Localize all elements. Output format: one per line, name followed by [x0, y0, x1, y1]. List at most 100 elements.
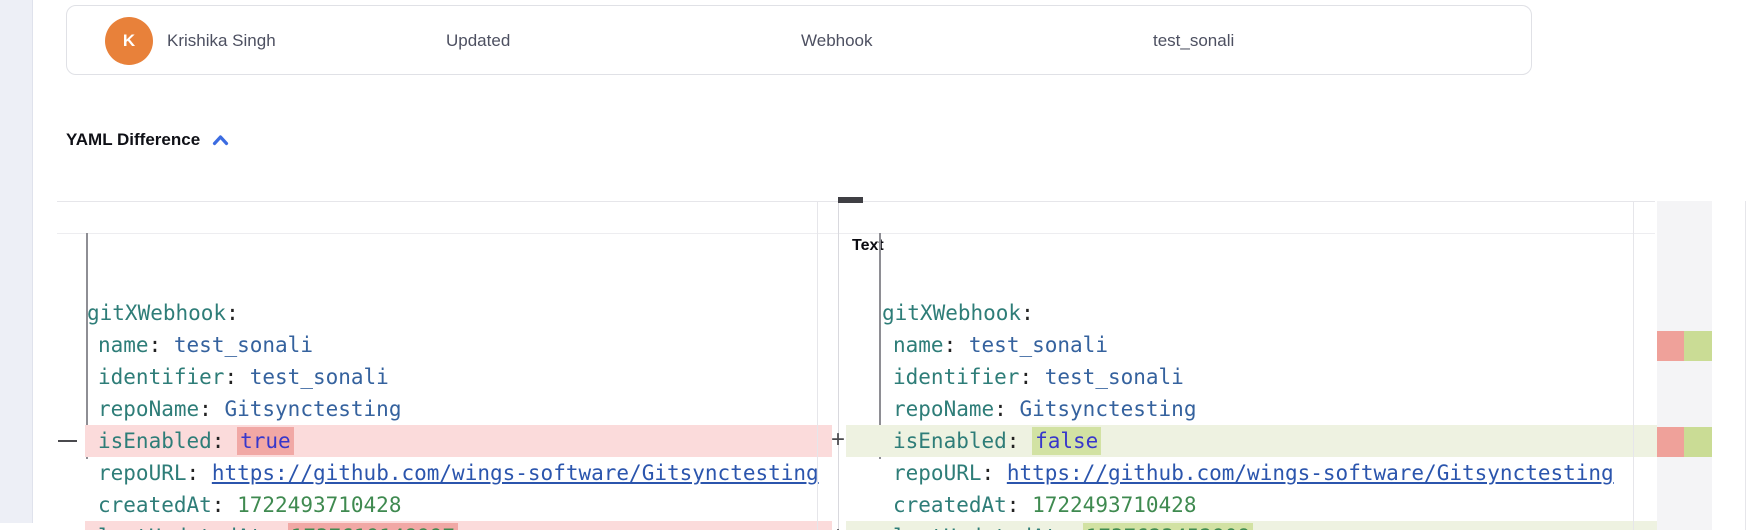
avatar: K	[105, 17, 153, 65]
yaml-value: test_sonali	[969, 333, 1108, 357]
diff-panel-new: gitXWebhook:name: test_sonaliidentifier:…	[846, 201, 1657, 530]
yaml-line-text: repoURL: https://github.com/wings-softwa…	[846, 457, 1614, 489]
yaml-colon: :	[224, 365, 237, 389]
yaml-colon: :	[1007, 493, 1020, 517]
yaml-line-text: identifier: test_sonali	[85, 361, 389, 393]
yaml-line-identifier: identifier: test_sonali	[846, 361, 1657, 393]
yaml-value: true	[237, 427, 294, 455]
yaml-colon: :	[212, 429, 225, 453]
yaml-colon: :	[1021, 301, 1034, 325]
yaml-line-text: createdAt: 1722493710428	[85, 489, 401, 521]
plus-change-marker: +	[830, 521, 846, 530]
diff-overview-ruler[interactable]	[1657, 201, 1712, 530]
yaml-colon: :	[199, 397, 212, 421]
yaml-colon: :	[149, 333, 162, 357]
yaml-key: repoName	[98, 397, 199, 421]
yaml-line-text: lastUpdatedAt: 1737619148997	[85, 521, 458, 530]
yaml-key: name	[893, 333, 944, 357]
yaml-line-name: name: test_sonali	[846, 329, 1657, 361]
yaml-difference-title: YAML Difference	[66, 130, 200, 150]
diff-right-border	[1745, 201, 1746, 530]
yaml-value: 1722493710428	[237, 493, 401, 517]
right-panel-inner-border	[1633, 201, 1634, 530]
yaml-colon: :	[944, 333, 957, 357]
yaml-colon: :	[982, 461, 995, 485]
yaml-diff-viewer: gitXWebhook:name: test_sonaliidentifier:…	[57, 201, 1749, 530]
yaml-colon: :	[1007, 429, 1020, 453]
yaml-line-repoURL: repoURL: https://github.com/wings-softwa…	[85, 457, 832, 489]
yaml-line-gitXWebhook: gitXWebhook:	[85, 297, 832, 329]
yaml-line-repoName: repoName: Gitsynctesting	[85, 393, 832, 425]
yaml-key: lastUpdatedAt	[98, 525, 262, 530]
audit-action: Updated	[446, 6, 510, 76]
yaml-difference-header: YAML Difference	[66, 130, 229, 150]
yaml-line-gitXWebhook: gitXWebhook:	[846, 297, 1657, 329]
yaml-key: createdAt	[98, 493, 212, 517]
yaml-line-text: repoName: Gitsynctesting	[846, 393, 1196, 425]
yaml-value: 1737623452908	[1083, 523, 1253, 530]
minimap-added-marker	[1684, 427, 1712, 457]
yaml-line-isEnabled: isEnabled: true	[85, 425, 832, 457]
yaml-line-text: name: test_sonali	[85, 329, 313, 361]
yaml-line-text: createdAt: 1722493710428	[846, 489, 1196, 521]
minus-change-marker	[58, 440, 77, 442]
yaml-key: createdAt	[893, 493, 1007, 517]
left-sidebar-edge	[0, 0, 33, 523]
yaml-line-text: repoName: Gitsynctesting	[85, 393, 401, 425]
yaml-line-repoName: repoName: Gitsynctesting	[846, 393, 1657, 425]
yaml-line-createdAt: createdAt: 1722493710428	[846, 489, 1657, 521]
yaml-key: name	[98, 333, 149, 357]
yaml-value: false	[1032, 427, 1101, 455]
yaml-key: gitXWebhook	[882, 301, 1021, 325]
audit-resource-type: Webhook	[801, 6, 873, 76]
minimap-added-marker	[1684, 331, 1712, 361]
yaml-key: repoURL	[98, 461, 187, 485]
yaml-colon: :	[1057, 525, 1070, 530]
minimap-removed-marker	[1657, 427, 1684, 457]
yaml-line-isEnabled: +isEnabled: false	[846, 425, 1657, 457]
yaml-line-lastUpdatedAt: +lastUpdatedAt: 1737623452908	[846, 521, 1657, 530]
yaml-value: 1737619148997	[288, 523, 458, 530]
yaml-line-text: isEnabled: false	[846, 425, 1101, 457]
yaml-key: repoName	[893, 397, 994, 421]
yaml-line-text: isEnabled: true	[85, 425, 294, 457]
audit-resource-name: test_sonali	[1153, 6, 1234, 76]
yaml-line-text: name: test_sonali	[846, 329, 1108, 361]
yaml-key: isEnabled	[98, 429, 212, 453]
yaml-line-text: gitXWebhook:	[846, 297, 1034, 329]
diff-split-divider	[838, 201, 839, 530]
yaml-line-text: gitXWebhook:	[85, 297, 239, 329]
yaml-line-repoURL: repoURL: https://github.com/wings-softwa…	[846, 457, 1657, 489]
yaml-line-text: repoURL: https://github.com/wings-softwa…	[85, 457, 819, 489]
minimap-removed-marker	[1657, 331, 1684, 361]
chevron-up-icon[interactable]	[212, 134, 229, 146]
yaml-line-text: identifier: test_sonali	[846, 361, 1184, 393]
repo-url-link[interactable]: https://github.com/wings-software/Gitsyn…	[1007, 461, 1614, 485]
yaml-colon: :	[994, 397, 1007, 421]
yaml-colon: :	[212, 493, 225, 517]
yaml-colon: :	[187, 461, 200, 485]
yaml-line-lastUpdatedAt: lastUpdatedAt: 1737619148997	[85, 521, 832, 530]
repo-url-link[interactable]: https://github.com/wings-software/Gitsyn…	[212, 461, 819, 485]
yaml-key: gitXWebhook	[87, 301, 226, 325]
yaml-line-identifier: identifier: test_sonali	[85, 361, 832, 393]
yaml-key: identifier	[98, 365, 224, 389]
yaml-colon: :	[1019, 365, 1032, 389]
left-panel-inner-border	[817, 201, 818, 530]
audit-user-name: Krishika Singh	[167, 6, 276, 76]
yaml-key: lastUpdatedAt	[893, 525, 1057, 530]
yaml-value: 1722493710428	[1032, 493, 1196, 517]
yaml-value: test_sonali	[250, 365, 389, 389]
yaml-value: Gitsynctesting	[224, 397, 401, 421]
yaml-colon: :	[262, 525, 275, 530]
yaml-key: identifier	[893, 365, 1019, 389]
yaml-line-text: lastUpdatedAt: 1737623452908	[846, 521, 1253, 530]
yaml-colon: :	[226, 301, 239, 325]
yaml-value: test_sonali	[174, 333, 313, 357]
yaml-value: test_sonali	[1045, 365, 1184, 389]
audit-log-row[interactable]: K Krishika Singh Updated Webhook test_so…	[66, 5, 1532, 75]
yaml-value: Gitsynctesting	[1019, 397, 1196, 421]
yaml-key: repoURL	[893, 461, 982, 485]
yaml-line-createdAt: createdAt: 1722493710428	[85, 489, 832, 521]
plus-change-marker: +	[830, 425, 846, 457]
